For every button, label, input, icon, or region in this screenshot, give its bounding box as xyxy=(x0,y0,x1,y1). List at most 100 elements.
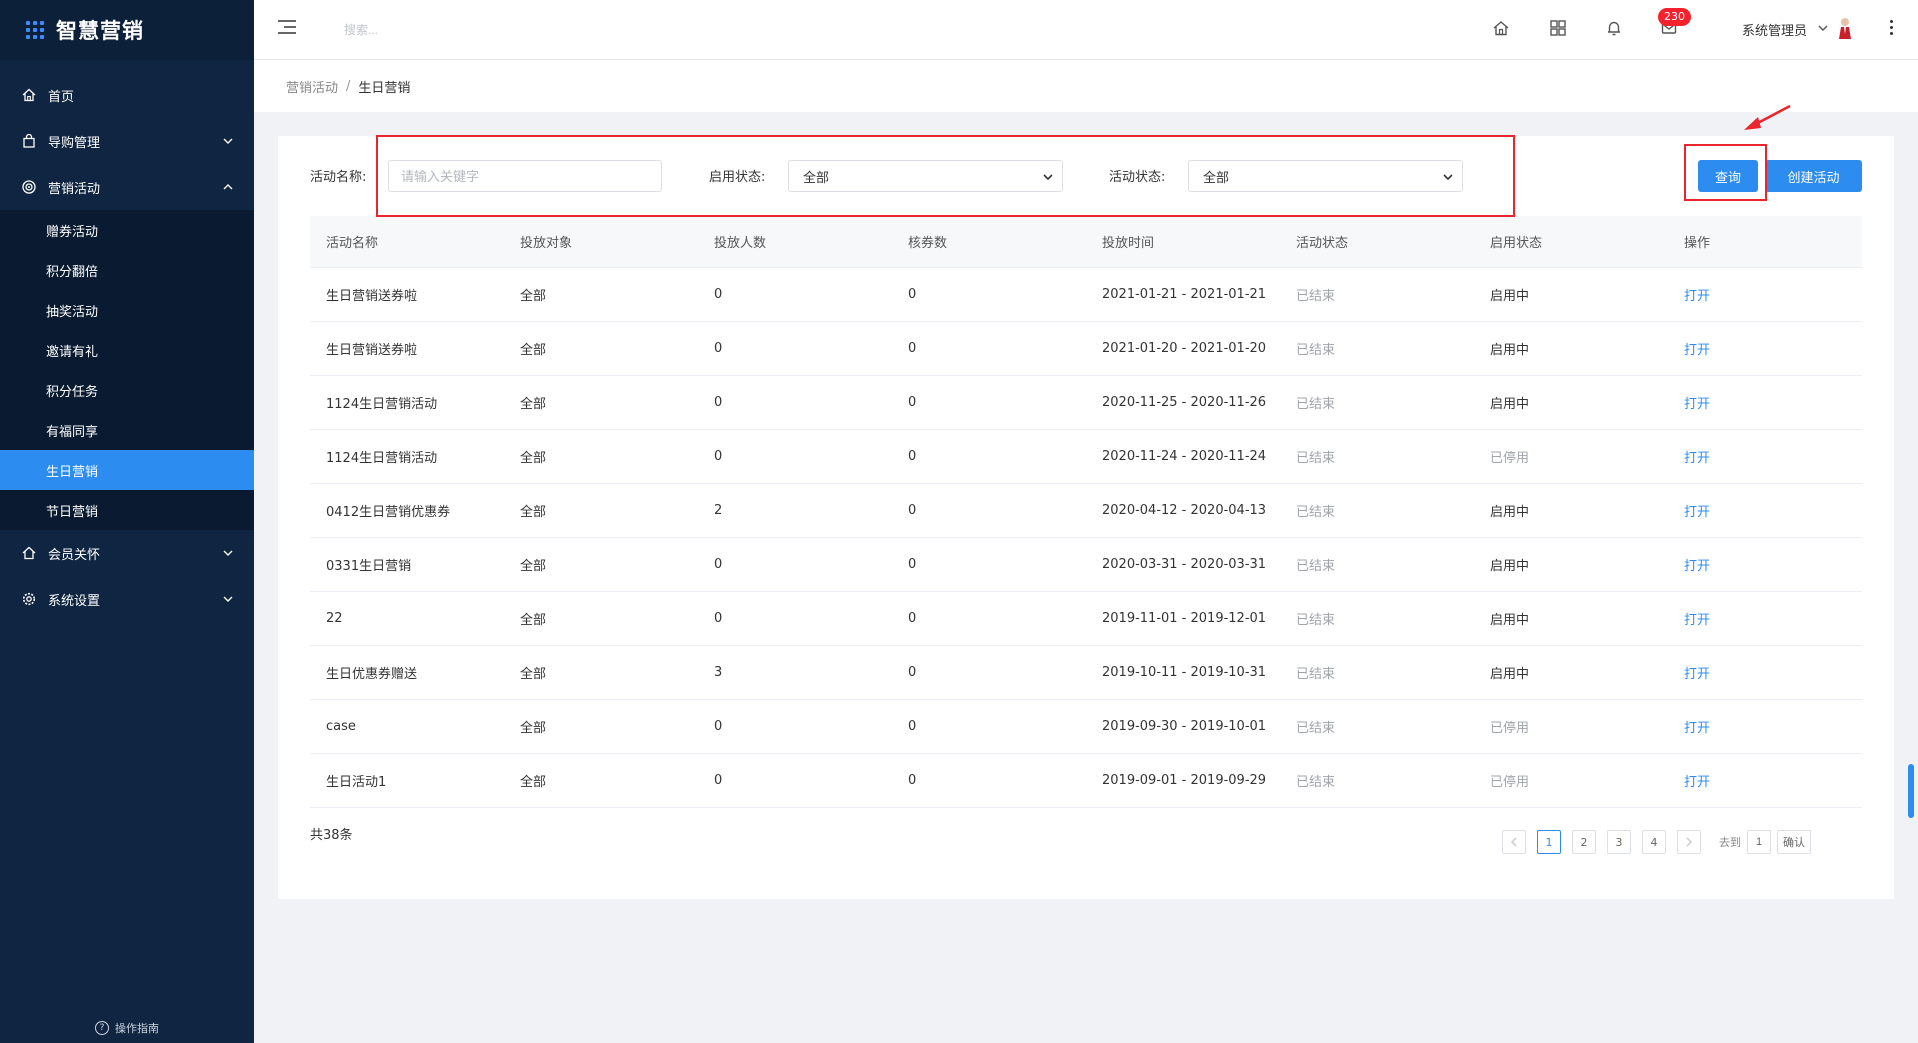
sidebar-item-guide-management[interactable]: 导购管理 xyxy=(0,118,254,164)
open-link[interactable]: 打开 xyxy=(1668,501,1862,520)
cell-target: 全部 xyxy=(520,397,547,412)
content-card: 活动名称: 启用状态: 全部 活动状态: 全部 查询 创建活动 活动名称 投放对… xyxy=(278,136,1894,899)
enable-status-select[interactable]: 全部 xyxy=(788,160,1063,192)
home-icon[interactable] xyxy=(1492,19,1510,37)
cell-count: 0 xyxy=(714,719,723,734)
chevron-down-icon xyxy=(223,596,233,602)
table-row: 0412生日营销优惠券 全部 2 0 2020-04-12 - 2020-04-13 已结… xyxy=(310,484,1862,538)
cell-enable-status: 已停用 xyxy=(1490,451,1530,466)
cell-name: case xyxy=(326,719,356,734)
user-name[interactable]: 系统管理员 xyxy=(1742,20,1807,39)
activity-name-input[interactable] xyxy=(388,160,662,192)
page-button-4[interactable]: 4 xyxy=(1642,830,1666,854)
table-row: 1124生日营销活动 全部 0 0 2020-11-24 - 2020-11-24 已结束… xyxy=(310,430,1862,484)
cell-redeemed: 0 xyxy=(908,287,917,302)
sidebar-item-home[interactable]: 首页 xyxy=(0,72,254,118)
prev-page-button[interactable] xyxy=(1502,830,1526,854)
cell-activity-status: 已结束 xyxy=(1296,667,1336,682)
cell-count: 0 xyxy=(714,341,723,356)
cell-activity-status: 已结束 xyxy=(1296,559,1336,574)
chevron-down-icon xyxy=(223,138,233,144)
cell-name: 生日营销送券啦 xyxy=(326,343,418,358)
pagination: 1 2 3 4 去到 确认 xyxy=(1502,830,1811,854)
create-activity-button[interactable]: 创建活动 xyxy=(1765,160,1862,192)
cell-target: 全部 xyxy=(520,775,547,790)
operation-guide-link[interactable]: ? 操作指南 xyxy=(0,1013,254,1043)
column-header-count: 投放人数 xyxy=(714,236,767,251)
open-link[interactable]: 打开 xyxy=(1668,393,1862,412)
top-header: 230 系统管理员 xyxy=(254,0,1918,60)
page-button-1[interactable]: 1 xyxy=(1537,830,1561,854)
bag-icon xyxy=(22,134,36,148)
sidebar-subitem-coupon[interactable]: 赠券活动 xyxy=(0,210,254,250)
cell-count: 2 xyxy=(714,503,723,518)
sidebar-subitem-double-points[interactable]: 积分翻倍 xyxy=(0,250,254,290)
sidebar-subitem-lottery[interactable]: 抽奖活动 xyxy=(0,290,254,330)
activity-status-select[interactable]: 全部 xyxy=(1188,160,1463,192)
sidebar-subitem-points-task[interactable]: 积分任务 xyxy=(0,370,254,410)
sidebar-subitem-invite[interactable]: 邀请有礼 xyxy=(0,330,254,370)
open-link[interactable]: 打开 xyxy=(1668,663,1862,682)
open-link[interactable]: 打开 xyxy=(1668,339,1862,358)
bell-icon[interactable] xyxy=(1605,19,1623,37)
open-link[interactable]: 打开 xyxy=(1668,555,1862,574)
target-icon xyxy=(22,180,36,194)
cell-redeemed: 0 xyxy=(908,395,917,410)
menu-toggle-icon[interactable] xyxy=(278,20,296,36)
cell-activity-status: 已结束 xyxy=(1296,775,1336,790)
page-button-2[interactable]: 2 xyxy=(1572,830,1596,854)
sidebar-item-marketing[interactable]: 营销活动 xyxy=(0,164,254,210)
cell-count: 0 xyxy=(714,557,723,572)
avatar[interactable] xyxy=(1836,16,1854,40)
next-page-button[interactable] xyxy=(1677,830,1701,854)
open-link[interactable]: 打开 xyxy=(1668,447,1862,466)
query-button[interactable]: 查询 xyxy=(1698,160,1758,192)
breadcrumb-parent[interactable]: 营销活动 xyxy=(286,77,338,96)
breadcrumb-current: 生日营销 xyxy=(358,80,411,96)
cell-name: 0412生日营销优惠券 xyxy=(326,505,451,520)
grid-icon[interactable] xyxy=(1549,19,1567,37)
chevron-down-icon xyxy=(1443,174,1453,181)
open-link[interactable]: 打开 xyxy=(1668,285,1862,304)
chevron-down-icon[interactable] xyxy=(1817,22,1829,34)
scrollbar-handle[interactable] xyxy=(1908,764,1914,818)
cell-name: 22 xyxy=(326,611,343,626)
sidebar-item-settings[interactable]: 系统设置 xyxy=(0,576,254,622)
chevron-right-icon xyxy=(1686,837,1693,847)
sidebar-subitem-birthday[interactable]: 生日营销 xyxy=(0,450,254,490)
table-row: 生日活动1 全部 0 0 2019-09-01 - 2019-09-29 已结束 已停用 打开 xyxy=(310,754,1862,808)
open-link[interactable]: 打开 xyxy=(1668,717,1862,736)
cell-enable-status: 已停用 xyxy=(1490,775,1530,790)
sidebar-subitem-holiday[interactable]: 节日营销 xyxy=(0,490,254,530)
open-link[interactable]: 打开 xyxy=(1668,609,1862,628)
more-vertical-icon[interactable] xyxy=(1890,20,1894,36)
table-row: 22 全部 0 0 2019-11-01 - 2019-12-01 已结束 启用中 打开 xyxy=(310,592,1862,646)
goto-confirm-button[interactable]: 确认 xyxy=(1777,830,1811,854)
table-header: 活动名称 投放对象 投放人数 核券数 投放时间 活动状态 启用状态 操作 xyxy=(310,216,1862,268)
cell-time: 2020-03-31 - 2020-03-31 xyxy=(1102,557,1267,572)
breadcrumb: 营销活动 / 生日营销 xyxy=(254,60,1918,112)
cell-activity-status: 已结束 xyxy=(1296,343,1336,358)
cell-activity-status: 已结束 xyxy=(1296,613,1336,628)
cell-target: 全部 xyxy=(520,451,547,466)
open-link[interactable]: 打开 xyxy=(1668,771,1862,790)
page-button-3[interactable]: 3 xyxy=(1607,830,1631,854)
home-icon xyxy=(22,546,36,560)
cell-name: 0331生日营销 xyxy=(326,559,412,574)
cell-time: 2020-11-24 - 2020-11-24 xyxy=(1102,449,1267,464)
cell-activity-status: 已结束 xyxy=(1296,289,1336,304)
table-row: 0331生日营销 全部 0 0 2020-03-31 - 2020-03-31 已结束 启用… xyxy=(310,538,1862,592)
cell-name: 1124生日营销活动 xyxy=(326,397,438,412)
logo: 智慧营销 xyxy=(0,0,254,60)
cell-count: 0 xyxy=(714,773,723,788)
cell-activity-status: 已结束 xyxy=(1296,397,1336,412)
goto-page-input[interactable] xyxy=(1747,830,1771,854)
sidebar-subitem-share[interactable]: 有福同享 xyxy=(0,410,254,450)
search-input[interactable] xyxy=(344,18,544,42)
cell-target: 全部 xyxy=(520,289,547,304)
cell-redeemed: 0 xyxy=(908,557,917,572)
sidebar-item-member-care[interactable]: 会员关怀 xyxy=(0,530,254,576)
cell-target: 全部 xyxy=(520,613,547,628)
sidebar-item-label: 营销活动 xyxy=(48,181,101,197)
cell-enable-status: 启用中 xyxy=(1490,505,1530,520)
